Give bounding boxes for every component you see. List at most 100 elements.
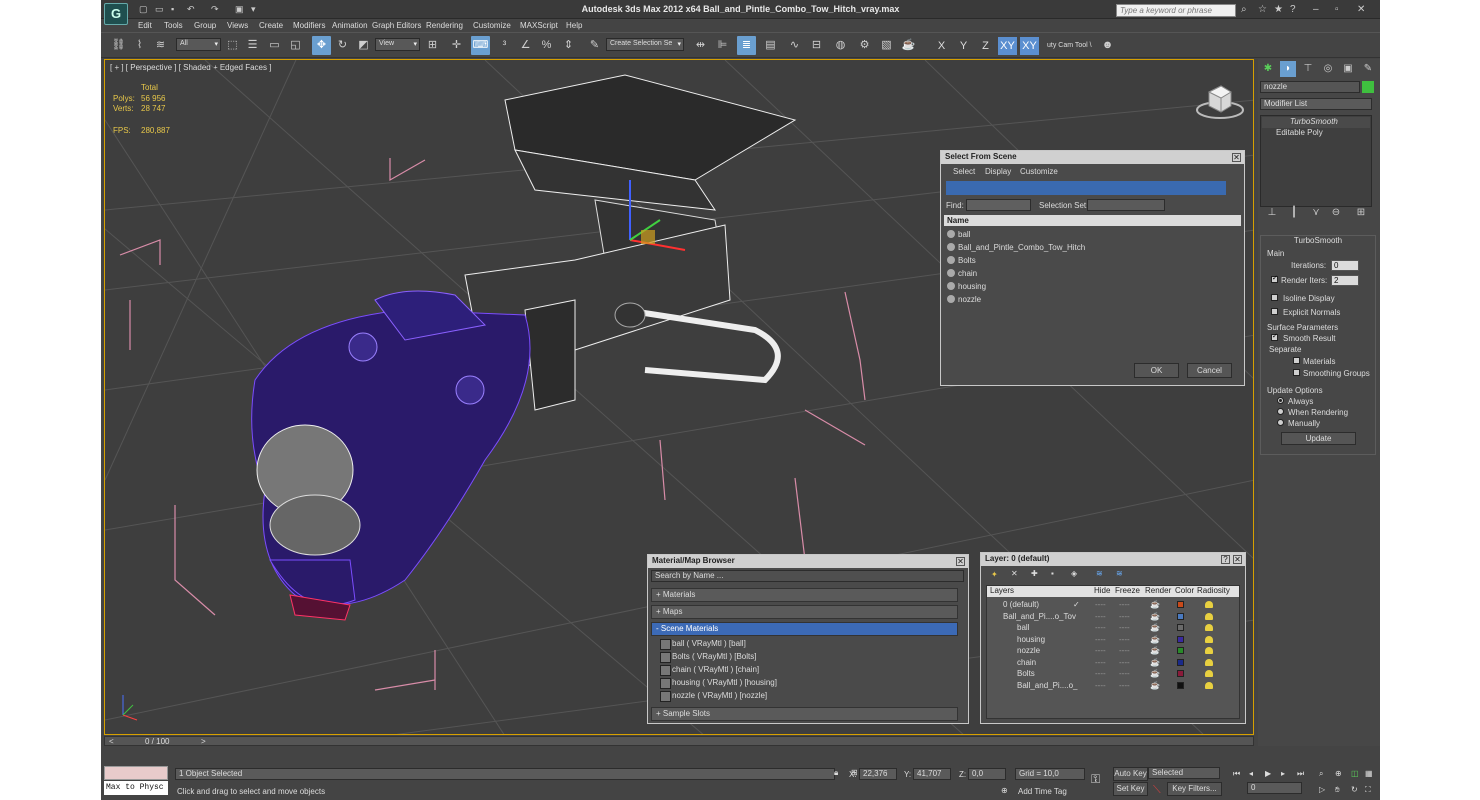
hide-toggle[interactable]: ---- — [1095, 680, 1106, 691]
render-teapot-icon[interactable]: ☕ — [1150, 657, 1160, 668]
lock-selection-icon[interactable]: 🔒︎ — [834, 768, 838, 778]
table-row[interactable]: chain ---- ---- ☕ — [995, 657, 1237, 668]
search-input[interactable]: Type a keyword or phrase — [1116, 4, 1236, 17]
menu-edit[interactable]: Edit — [138, 21, 152, 30]
zoom-all-icon[interactable]: ⊕ — [1335, 769, 1342, 778]
maxscript-listener-input[interactable] — [104, 766, 168, 780]
play-icon[interactable]: ▶ — [1265, 769, 1271, 778]
materials-group[interactable]: + Materials — [651, 588, 958, 602]
radiosity-column[interactable]: Radiosity — [1197, 586, 1230, 595]
menu-group[interactable]: Group — [194, 21, 216, 30]
select-by-name-icon[interactable]: ☰ — [243, 36, 262, 55]
delete-layer-icon[interactable]: ✕ — [1011, 569, 1018, 578]
orbit-icon[interactable]: ↻ — [1351, 785, 1358, 794]
select-from-scene-title[interactable]: Select From Scene — [941, 151, 1244, 164]
time-slider-next-icon[interactable]: > — [201, 737, 206, 746]
show-end-result-icon[interactable]: ┃ — [1286, 205, 1302, 221]
layer-color-swatch[interactable] — [1177, 612, 1184, 620]
table-row[interactable]: housing ---- ---- ☕ — [995, 634, 1237, 645]
list-item[interactable]: nozzle ( VRayMtl ) [nozzle] — [658, 689, 952, 702]
update-button[interactable]: Update — [1281, 432, 1356, 445]
key-mode-dropdown[interactable]: Selected — [1148, 767, 1220, 779]
freeze-column[interactable]: Freeze — [1115, 586, 1140, 595]
list-item[interactable]: housing ( VRayMtl ) [housing] — [658, 676, 952, 689]
name-column-header[interactable]: Name — [944, 215, 1241, 226]
scene-materials-group[interactable]: - Scene Materials — [651, 622, 958, 636]
freeze-all-icon[interactable]: ≋ — [1116, 569, 1123, 578]
freeze-toggle[interactable]: ---- — [1119, 668, 1130, 679]
layer-color-swatch[interactable] — [1177, 635, 1184, 643]
active-layer-check-icon[interactable]: ✓ — [1073, 599, 1080, 610]
constrain-x-button[interactable]: X — [932, 37, 951, 55]
radiosity-lamp-icon[interactable] — [1205, 670, 1213, 677]
layers-column[interactable]: Layers — [990, 586, 1014, 595]
create-layer-icon[interactable]: ✦ — [991, 570, 998, 579]
freeze-toggle[interactable]: ---- — [1119, 634, 1130, 645]
sfs-menu-customize[interactable]: Customize — [1020, 167, 1058, 176]
menu-create[interactable]: Create — [259, 21, 283, 30]
rollout-title[interactable]: TurboSmooth — [1261, 236, 1375, 246]
zoom-icon[interactable]: ⌕ — [1319, 769, 1323, 779]
radiosity-lamp-icon[interactable] — [1205, 647, 1213, 654]
smoothing-groups-checkbox[interactable] — [1293, 369, 1300, 376]
freeze-toggle[interactable]: ---- — [1119, 645, 1130, 656]
select-and-scale-icon[interactable]: ◩ — [354, 36, 373, 55]
layer-color-swatch[interactable] — [1177, 647, 1184, 654]
time-slider-prev-icon[interactable]: < — [109, 737, 114, 746]
render-setup-icon[interactable]: ⚙ — [855, 36, 874, 55]
select-in-layer-icon[interactable]: ▪ — [1051, 569, 1054, 578]
render-teapot-icon[interactable]: ☕ — [1150, 634, 1160, 645]
zoom-extents-all-icon[interactable]: ▦ — [1365, 769, 1373, 778]
radiosity-lamp-icon[interactable] — [1205, 601, 1213, 608]
explicit-normals-checkbox[interactable] — [1271, 308, 1278, 315]
add-to-layer-icon[interactable]: ✚ — [1031, 569, 1038, 578]
table-row[interactable]: nozzle ---- ---- ☕ — [995, 645, 1237, 656]
smooth-result-checkbox[interactable] — [1271, 332, 1278, 341]
render-teapot-icon[interactable]: ☕ — [1150, 668, 1160, 679]
close-icon[interactable]: ✕ — [1357, 4, 1365, 15]
table-row[interactable]: Bolts ---- ---- ☕ — [995, 668, 1237, 679]
layer-dialog-help-button[interactable]: ? — [1221, 555, 1230, 564]
select-and-rotate-icon[interactable]: ↻ — [333, 36, 352, 55]
add-time-tag[interactable]: Add Time Tag — [1018, 787, 1067, 796]
set-key-button[interactable]: Set Key — [1113, 782, 1148, 796]
pan-icon[interactable]: ✋︎ — [1335, 785, 1340, 795]
curve-editor-icon[interactable]: ∿ — [785, 36, 804, 55]
search-by-name-input[interactable]: Search by Name ... — [651, 570, 964, 582]
current-frame-input[interactable]: 0 — [1247, 782, 1302, 794]
stack-item-editable-poly[interactable]: Editable Poly — [1262, 128, 1370, 139]
maximize-icon[interactable]: ▫ — [1335, 4, 1339, 15]
hide-toggle[interactable]: ---- — [1095, 668, 1106, 679]
render-teapot-icon[interactable]: ☕ — [1150, 645, 1160, 656]
freeze-toggle[interactable]: ---- — [1119, 657, 1130, 668]
hierarchy-tab-icon[interactable]: ⊤ — [1300, 61, 1316, 77]
maximize-viewport-icon[interactable]: ⛶ — [1365, 785, 1371, 795]
hide-toggle[interactable]: ---- — [1095, 622, 1106, 633]
reference-coordinate-dropdown[interactable]: View — [375, 38, 420, 51]
render-teapot-icon[interactable]: ☕ — [1150, 599, 1160, 610]
layer-color-swatch[interactable] — [1177, 670, 1184, 677]
hide-toggle[interactable]: ---- — [1095, 657, 1106, 668]
separate-materials-checkbox[interactable] — [1293, 357, 1300, 364]
radiosity-lamp-icon[interactable] — [1205, 658, 1213, 666]
list-item[interactable]: nozzle — [944, 293, 1241, 306]
named-selection-sets-dropdown[interactable]: Create Selection Se — [606, 38, 684, 51]
layer-dialog-close-icon[interactable]: ✕ — [1233, 555, 1242, 564]
menu-maxscript[interactable]: MAXScript — [520, 21, 558, 30]
radiosity-lamp-icon[interactable] — [1205, 624, 1213, 631]
render-iters-spinner[interactable]: 2 — [1331, 275, 1359, 286]
object-color-swatch[interactable] — [1362, 81, 1374, 93]
render-teapot-icon[interactable]: ☕ — [1150, 622, 1160, 633]
render-teapot-icon[interactable]: ☕ — [1150, 680, 1160, 691]
next-frame-icon[interactable]: ▸ — [1281, 769, 1285, 778]
help-icon[interactable]: ? — [1290, 4, 1296, 15]
freeze-toggle[interactable]: ---- — [1119, 611, 1130, 622]
key-filters-button[interactable]: Key Filters... — [1167, 782, 1222, 796]
constrain-y-button[interactable]: Y — [954, 37, 973, 55]
list-item[interactable]: ball — [944, 228, 1241, 241]
sfs-filter-toolbar[interactable] — [946, 181, 1226, 195]
object-name-input[interactable]: nozzle — [1260, 81, 1360, 93]
material-browser-title[interactable]: Material/Map Browser — [648, 555, 968, 568]
link-icon[interactable]: ⛓ — [109, 36, 128, 55]
menu-tools[interactable]: Tools — [164, 21, 183, 30]
